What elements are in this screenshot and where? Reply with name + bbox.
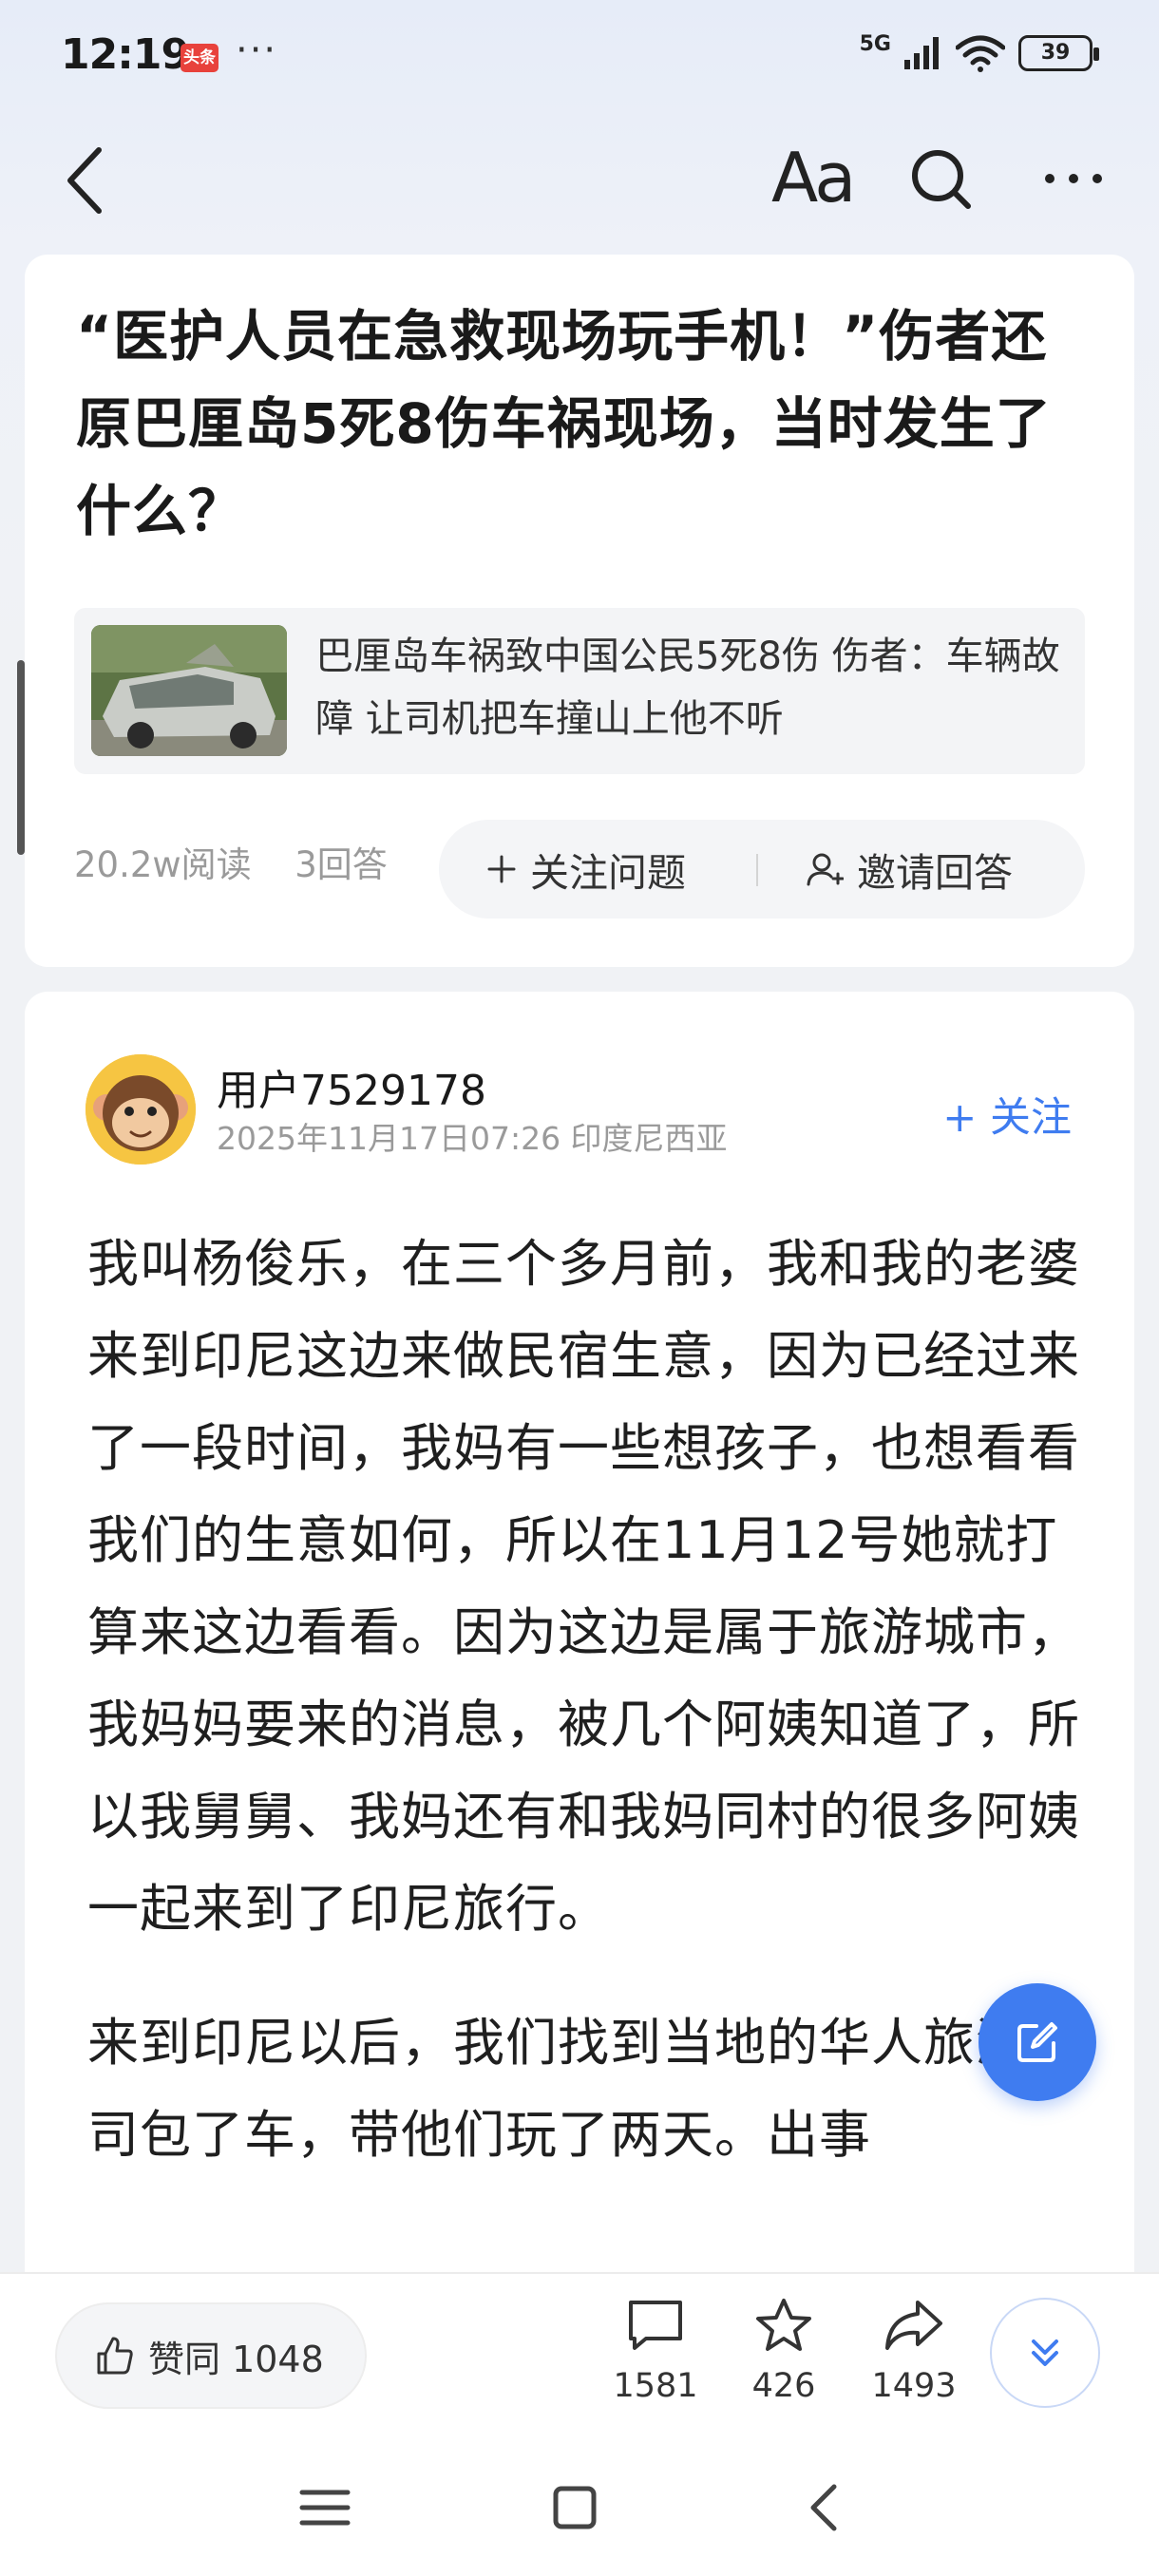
answer-paragraph: 我叫杨俊乐，在三个多月前，我和我的老婆来到印尼这边来做民宿生意，因为已经过来了一… [87, 1234, 1080, 1939]
upvote-label: 赞同 1048 [148, 2338, 324, 2380]
home-icon[interactable] [537, 2470, 613, 2546]
bottom-action-bar: 赞同 1048 1581 426 1493 [0, 2272, 1159, 2432]
answer-card: 用户7529178 2025年11月17日07:26 印度尼西亚 + 关注 我叫… [25, 992, 1134, 2321]
answer-body: 我叫杨俊乐，在三个多月前，我和我的老婆来到印尼这边来做民宿生意，因为已经过来了一… [87, 1218, 1094, 2223]
read-count: 20.2w阅读 [74, 844, 252, 885]
app-notification-icon: 头条 [180, 44, 218, 72]
answer-paragraph: 来到印尼以后，我们找到当地的华人旅游公司包了车，带他们玩了两天。出事 [87, 2013, 1080, 2165]
font-size-button[interactable]: Aa [771, 138, 856, 218]
question-title[interactable]: “医护人员在急救现场玩手机！”伤者还原巴厘岛5死8伤车祸现场，当时发生了什么？ [76, 293, 1102, 555]
more-icon[interactable] [1040, 145, 1107, 212]
search-icon[interactable] [907, 145, 974, 212]
status-bar: 12:19 头条 ··· 5G 39 [0, 0, 1159, 119]
invite-answer-label: 邀请回答 [857, 850, 1013, 896]
answer-count: 3回答 [294, 844, 388, 885]
status-time: 12:19 [61, 30, 190, 79]
wifi-icon [956, 35, 1005, 72]
network-type-label: 5G [859, 31, 891, 56]
top-nav-bar: Aa [0, 119, 1159, 242]
answer-meta: 2025年11月17日07:26 印度尼西亚 [217, 1120, 728, 1157]
menu-icon[interactable] [287, 2470, 363, 2546]
comment-button[interactable]: 1581 [598, 2297, 712, 2405]
system-back-icon[interactable] [788, 2470, 864, 2546]
system-nav-bar [0, 2432, 1159, 2576]
upvote-button[interactable]: 赞同 1048 [55, 2302, 367, 2409]
related-news-card[interactable]: 巴厘岛车祸致中国公民5死8伤 伤者：车辆故障 让司机把车撞山上他不听 [74, 608, 1085, 774]
divider [756, 854, 758, 886]
invite-answer-button[interactable]: 邀请回答 [806, 820, 1013, 919]
follow-question-label: 关注问题 [530, 850, 686, 896]
share-button[interactable]: 1493 [857, 2297, 971, 2405]
news-headline: 巴厘岛车祸致中国公民5死8伤 伤者：车辆故障 让司机把车撞山上他不听 [315, 635, 1060, 741]
favorite-count: 426 [751, 2367, 816, 2405]
battery-icon: 39 [1018, 35, 1099, 71]
invite-user-icon [807, 853, 844, 886]
question-stats: 20.2w阅读 3回答 [74, 836, 388, 887]
favorite-button[interactable]: 426 [727, 2297, 841, 2405]
question-actions: 关注问题 邀请回答 [439, 820, 1085, 919]
follow-user-button[interactable]: + 关注 [942, 1085, 1072, 1144]
follow-question-button[interactable]: 关注问题 [486, 820, 686, 919]
share-icon [885, 2301, 942, 2350]
collapse-button[interactable] [990, 2298, 1100, 2408]
comment-icon [629, 2301, 682, 2350]
thumbs-up-icon [97, 2337, 133, 2375]
chevron-double-down-icon [1032, 2339, 1058, 2366]
news-thumbnail [91, 625, 287, 756]
status-more-icon: ··· [236, 28, 278, 72]
write-answer-button[interactable] [978, 1983, 1096, 2101]
status-indicators: 5G 39 [859, 31, 1099, 72]
question-card: “医护人员在急救现场玩手机！”伤者还原巴厘岛5死8伤车祸现场，当时发生了什么？ … [25, 255, 1134, 967]
answer-username[interactable]: 用户7529178 [217, 1056, 486, 1117]
comment-count: 1581 [613, 2367, 698, 2405]
edit-icon [1017, 2022, 1057, 2062]
scroll-edge-indicator [17, 660, 25, 855]
signal-icon [904, 37, 939, 69]
star-icon [756, 2299, 811, 2351]
back-icon[interactable] [57, 142, 114, 218]
avatar[interactable] [86, 1054, 196, 1165]
share-count: 1493 [871, 2367, 957, 2405]
plus-icon [487, 855, 516, 883]
